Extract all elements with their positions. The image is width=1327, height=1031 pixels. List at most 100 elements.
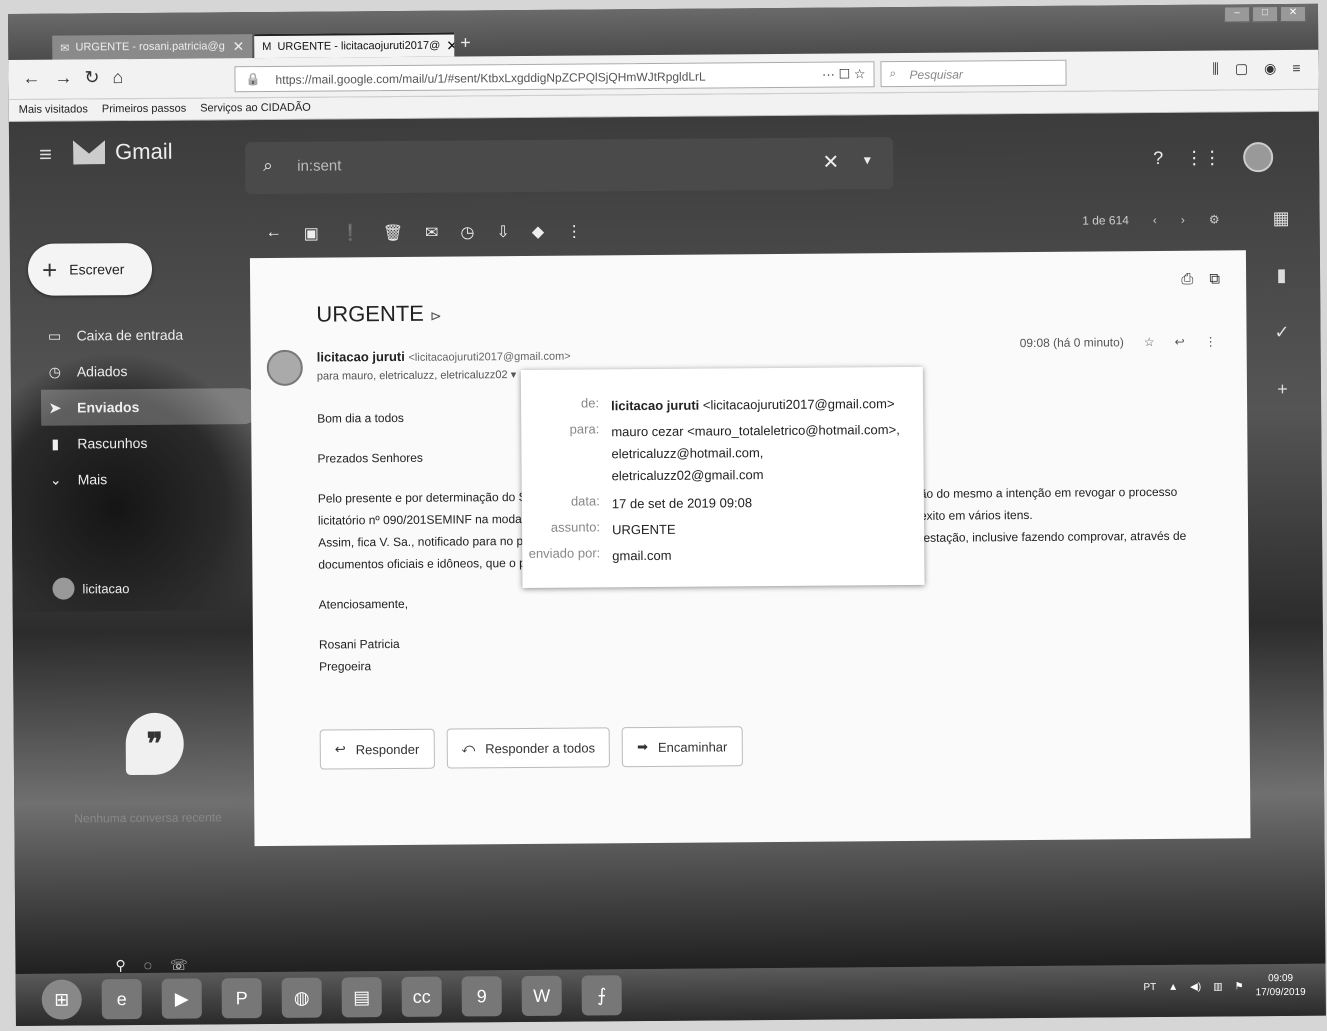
label-icon[interactable]: ◆	[532, 222, 544, 242]
network-icon[interactable]: ▥	[1213, 981, 1223, 992]
snooze-icon[interactable]: ◷	[460, 222, 474, 242]
gmail-app: ≡ Gmail ⌕ in:sent ✕ ▼ ? ⋮⋮ + Escrever ▭ …	[8, 111, 1326, 974]
app-9-icon[interactable]: 9	[461, 976, 502, 1017]
move-to-icon[interactable]: ⇩	[496, 222, 510, 242]
reply-button[interactable]: ↩ Responder	[319, 728, 435, 770]
account-avatar[interactable]	[1243, 142, 1274, 173]
tab-urgente-rosani[interactable]: ✉ URGENTE - rosani.patricia@g ✕	[52, 34, 253, 60]
detail-label: para:	[569, 421, 600, 437]
sidebar-item-more[interactable]: ⌄ Mais	[42, 460, 262, 498]
sidebar-item-sent[interactable]: ➤ Enviados	[40, 388, 262, 426]
file-explorer-icon[interactable]: ▤	[341, 977, 382, 1018]
reply-all-label: Responder a todos	[485, 739, 596, 756]
archive-icon[interactable]: ▣	[304, 224, 319, 244]
apps-grid-icon[interactable]: ⋮⋮	[1185, 147, 1221, 168]
maximize-button[interactable]: □	[1251, 6, 1279, 23]
sidebar-item-label: Enviados	[77, 398, 140, 416]
chat-icon[interactable]: ◌	[144, 957, 152, 974]
body-line: Assim, fica V. Sa., notificado para no p	[318, 533, 524, 550]
print-icon[interactable]: ⎙	[1181, 271, 1193, 288]
menu-icon[interactable]: ≡	[1292, 60, 1300, 77]
forward-button[interactable]: ➡ Encaminhar	[621, 726, 743, 768]
sidebar-item-inbox[interactable]: ▭ Caixa de entrada	[40, 316, 260, 354]
clock-date: 17/09/2019	[1255, 986, 1306, 999]
language-indicator[interactable]: PT	[1143, 982, 1156, 993]
tasks-icon[interactable]: ✓	[1274, 322, 1289, 343]
open-new-window-icon[interactable]: ⧉	[1209, 270, 1220, 287]
detail-from-name: licitacao juruti	[611, 397, 700, 414]
close-window-button[interactable]: ✕	[1279, 5, 1307, 23]
minimize-button[interactable]: –	[1223, 6, 1251, 23]
url-bar[interactable]: 🔒 https://mail.google.com/mail/u/1/#sent…	[234, 61, 875, 93]
firefox-icon[interactable]: ◍	[281, 977, 322, 1018]
clock[interactable]: 09:09 17/09/2019	[1256, 972, 1306, 1000]
flag-icon[interactable]: ⚑	[1235, 981, 1244, 992]
gmail-logo[interactable]: Gmail	[73, 139, 173, 166]
report-spam-icon[interactable]: ❗	[341, 223, 361, 243]
delete-icon[interactable]: 🗑	[383, 223, 403, 243]
word-icon[interactable]: W	[521, 975, 562, 1016]
recipients-line[interactable]: para mauro, eletricaluzz, eletricaluzz02…	[317, 368, 516, 383]
reload-icon[interactable]: ↻	[84, 67, 99, 88]
phone-icon[interactable]: ☏	[170, 957, 188, 974]
body-line: ão do mesmo a intenção em revogar o proc…	[919, 484, 1178, 501]
search-value: in:sent	[297, 157, 342, 175]
reply-icon[interactable]: ↩	[1174, 335, 1184, 349]
media-player-icon[interactable]: ▶	[161, 978, 202, 1019]
sidebar-icon[interactable]: ▢	[1235, 60, 1248, 77]
back-icon[interactable]: ←	[22, 68, 40, 89]
main-menu-icon[interactable]: ≡	[39, 142, 52, 168]
next-icon[interactable]: ›	[1181, 213, 1185, 227]
window-controls: – □ ✕	[1223, 5, 1307, 23]
sidebar: ▭ Caixa de entrada ◷ Adiados ➤ Enviados …	[40, 316, 262, 498]
search-options-icon[interactable]: ▼	[861, 153, 873, 167]
clear-search-icon[interactable]: ✕	[822, 149, 839, 174]
star-icon[interactable]: ☆	[1144, 335, 1155, 349]
tray-arrow-icon[interactable]: ▲	[1168, 981, 1178, 992]
bookmark-servicos-cidadao[interactable]: Serviços ao CIDADÃO	[200, 102, 311, 116]
gmail-icon: M	[262, 40, 272, 54]
browser-search-input[interactable]: ⌕ Pesquisar	[880, 59, 1067, 88]
compose-button[interactable]: + Escrever	[27, 242, 153, 296]
publisher-icon[interactable]: P	[221, 978, 262, 1019]
gmail-search-input[interactable]: ⌕ in:sent ✕ ▼	[245, 137, 894, 195]
reply-all-button[interactable]: ⤺ Responder a todos	[446, 727, 611, 769]
close-icon[interactable]: ✕	[232, 38, 244, 55]
chevron-down-icon[interactable]: ▾	[511, 369, 517, 381]
more-vert-icon[interactable]: ⋮	[1205, 335, 1217, 349]
ie-icon[interactable]: e	[101, 978, 142, 1020]
account-label: licitacao	[82, 580, 130, 596]
start-button[interactable]: ⊞	[41, 979, 82, 1020]
close-icon[interactable]: ✕	[446, 37, 454, 54]
page-actions-icon[interactable]: ··· ☐ ☆	[822, 66, 866, 82]
pager: 1 de 614 ‹ › ⚙	[1082, 212, 1220, 227]
more-vert-icon[interactable]: ⋮	[566, 221, 582, 241]
calendar-icon[interactable]: ▦	[1273, 208, 1290, 229]
bookmark-mais-visitados[interactable]: Mais visitados	[19, 103, 88, 117]
hangouts-icon[interactable]: ❞	[125, 712, 184, 776]
add-addon-icon[interactable]: +	[1277, 379, 1288, 400]
hangouts-account[interactable]: licitacao	[52, 577, 130, 600]
message-subject: URGENTE ⊳	[316, 301, 441, 328]
bookmark-primeiros-passos[interactable]: Primeiros passos	[102, 103, 186, 117]
back-arrow-icon[interactable]: ←	[266, 224, 282, 244]
help-icon[interactable]: ?	[1153, 147, 1163, 168]
person-icon[interactable]: ⚲	[115, 957, 125, 974]
home-icon[interactable]: ⌂	[112, 67, 123, 88]
library-icon[interactable]: ⫼	[1212, 60, 1219, 77]
prev-icon[interactable]: ‹	[1153, 213, 1157, 227]
sidebar-item-snoozed[interactable]: ◷ Adiados	[41, 352, 261, 390]
tab-urgente-licitacao[interactable]: M URGENTE - licitacaojuruti2017@ ✕	[254, 32, 455, 59]
new-tab-icon[interactable]: +	[460, 32, 471, 53]
volume-icon[interactable]: ◀)	[1190, 981, 1201, 992]
mark-unread-icon[interactable]: ✉	[425, 223, 439, 243]
pdf-reader-icon[interactable]: ⨍	[581, 975, 622, 1016]
forward-icon[interactable]: →	[54, 67, 72, 88]
keep-icon[interactable]: ▮	[1277, 265, 1287, 286]
label-tag-icon[interactable]: ⊳	[430, 308, 442, 324]
reply-all-icon: ⤺	[461, 740, 476, 756]
account-icon[interactable]: ◉	[1264, 60, 1276, 77]
settings-icon[interactable]: ⚙	[1209, 212, 1220, 226]
cc4-icon[interactable]: cc	[401, 976, 442, 1017]
sidebar-item-drafts[interactable]: ▮ Rascunhos	[41, 424, 261, 462]
